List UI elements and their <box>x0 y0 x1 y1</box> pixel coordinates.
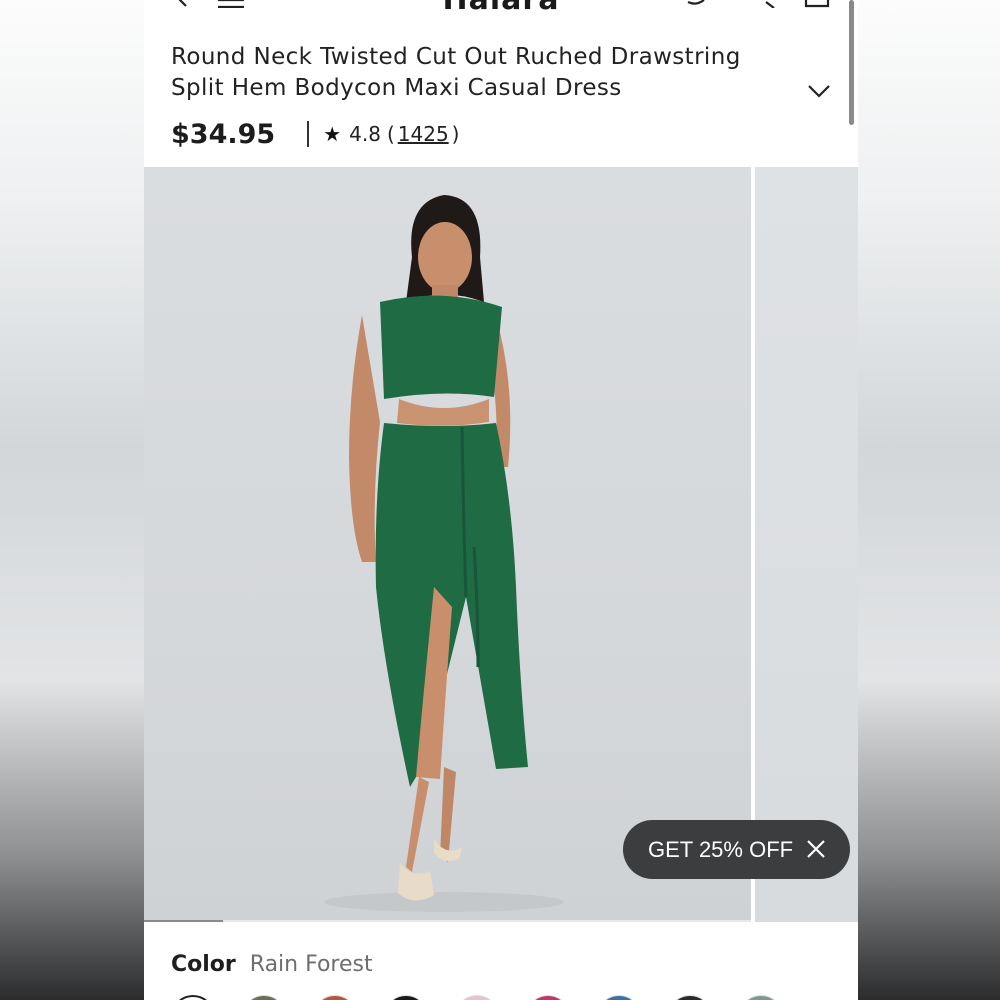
top-nav: Halara <box>144 0 858 22</box>
model-photo <box>324 195 564 912</box>
color-swatch[interactable] <box>668 995 712 1000</box>
product-image-main[interactable] <box>144 167 751 922</box>
rating-value: 4.8 <box>349 122 381 146</box>
product-image-next[interactable] <box>755 167 858 922</box>
left-backdrop <box>0 0 144 1000</box>
promo-label: GET 25% OFF <box>648 836 794 862</box>
discount-promo-button[interactable]: GET 25% OFF <box>623 820 850 879</box>
product-title-line2: Split Hem Bodycon Maxi Casual Dress <box>171 75 622 101</box>
price-rating-row: $34.95 ★ 4.8 (1425) <box>171 116 459 152</box>
product-title: Round Neck Twisted Cut Out Ruched Drawst… <box>171 42 811 104</box>
search-icon[interactable] <box>754 0 778 8</box>
page-scrollbar[interactable] <box>849 0 854 125</box>
right-backdrop <box>858 0 1000 1000</box>
color-swatch-list <box>171 995 783 1000</box>
color-swatch[interactable] <box>739 995 783 1000</box>
image-gallery[interactable] <box>144 167 858 922</box>
color-swatch[interactable] <box>242 995 286 1000</box>
color-swatch[interactable] <box>313 995 357 1000</box>
chevron-down-icon[interactable] <box>806 80 832 100</box>
product-page: Halara Round Neck Twisted Cut Out Ruched… <box>144 0 858 1000</box>
color-swatch[interactable] <box>171 995 215 1000</box>
gallery-progress-fill <box>144 920 223 922</box>
selected-color-name: Rain Forest <box>249 952 373 977</box>
review-count-link[interactable]: 1425 <box>398 122 449 146</box>
brand-logo[interactable]: Halara <box>144 0 858 17</box>
star-icon: ★ <box>323 123 342 146</box>
share-icon[interactable] <box>684 0 708 8</box>
open-paren: ( <box>386 122 395 146</box>
product-title-line1: Round Neck Twisted Cut Out Ruched Drawst… <box>171 44 741 70</box>
color-selector-header: Color Rain Forest <box>171 952 373 977</box>
cart-icon[interactable] <box>804 0 830 8</box>
color-swatch[interactable] <box>455 995 499 1000</box>
close-icon[interactable] <box>806 839 826 859</box>
color-swatch[interactable] <box>384 995 428 1000</box>
product-price: $34.95 <box>171 118 276 150</box>
gallery-progress-track <box>144 920 751 922</box>
color-swatch[interactable] <box>526 995 570 1000</box>
close-paren: ) <box>451 122 460 146</box>
divider <box>307 121 310 147</box>
review-count-wrapper[interactable]: (1425) <box>387 122 460 146</box>
color-swatch[interactable] <box>597 995 641 1000</box>
color-label: Color <box>171 952 236 977</box>
